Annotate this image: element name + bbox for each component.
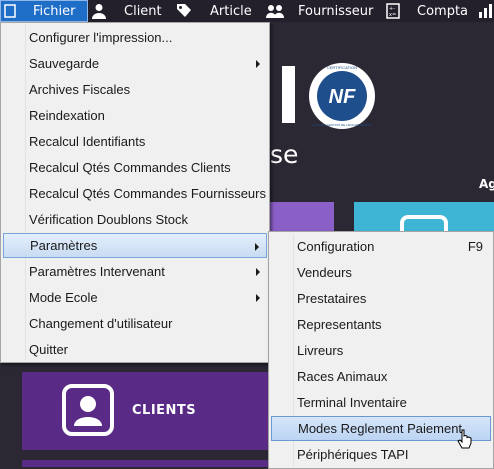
nf-certification-logo: NF CERTIFICATION LOGICIEL GESTION DE L'E…	[309, 63, 375, 129]
menu-item-label: Quitter	[29, 342, 69, 357]
menu-item-label: Paramètres Intervenant	[29, 264, 165, 279]
menu-item-recalcul-identifiants[interactable]: Recalcul Identifiants	[3, 129, 267, 154]
menu-bar: Fichier Client Article Fournisseur +- x= …	[0, 0, 494, 22]
menu-item-label: Paramètres	[30, 238, 98, 253]
menu-fournisseur-label: Fournisseur	[298, 3, 374, 19]
menu-fournisseur[interactable]: Fournisseur	[266, 0, 373, 22]
mouse-cursor-icon	[457, 429, 472, 449]
menu-item-changement-utilisateur[interactable]: Changement d'utilisateur	[3, 311, 267, 336]
background-partial-text-right: Ag	[479, 177, 494, 191]
menu-item-label: Prestataires	[297, 291, 367, 306]
menu-item-label: Recalcul Identifiants	[29, 134, 146, 149]
menu-item-parametres[interactable]: Paramètres	[3, 233, 267, 258]
shortcut-label: F9	[467, 239, 483, 254]
menu-item-recalcul-qtes-clients[interactable]: Recalcul Qtés Commandes Clients	[3, 155, 267, 180]
menu-client[interactable]: Client	[92, 0, 162, 22]
submenu-item-vendeurs[interactable]: Vendeurs	[271, 260, 491, 285]
menu-item-label: Recalcul Qtés Commandes Clients	[29, 160, 231, 175]
menu-item-label: Configurer l'impression...	[29, 30, 173, 45]
menu-item-label: Terminal Inventaire	[297, 395, 407, 410]
menu-item-archives-fiscales[interactable]: Archives Fiscales	[3, 77, 267, 102]
menu-client-label: Client	[124, 3, 162, 19]
menu-stats[interactable]	[479, 0, 494, 22]
submenu-arrow-icon	[256, 60, 260, 68]
clients-tile-label: CLIENTS	[132, 403, 197, 418]
logo-ring-top: CERTIFICATION	[327, 65, 357, 70]
submenu-arrow-icon	[255, 243, 259, 251]
menu-item-label: Races Animaux	[297, 369, 388, 384]
submenu-item-prestataires[interactable]: Prestataires	[271, 286, 491, 311]
menu-article[interactable]: Article	[176, 0, 252, 22]
menu-item-label: Mode Ecole	[29, 290, 98, 305]
menu-item-quitter[interactable]: Quitter	[3, 337, 267, 362]
document-icon	[4, 4, 16, 18]
menu-item-mode-ecole[interactable]: Mode Ecole	[3, 285, 267, 310]
background-partial-text: se	[270, 140, 299, 169]
menu-item-label: Vendeurs	[297, 265, 352, 280]
menu-item-label: Archives Fiscales	[29, 82, 131, 97]
menu-item-sauvegarde[interactable]: Sauvegarde	[3, 51, 267, 76]
menu-item-recalcul-qtes-fournisseurs[interactable]: Recalcul Qtés Commandes Fournisseurs	[3, 181, 267, 206]
menu-item-verification-doublons[interactable]: Vérification Doublons Stock	[3, 207, 267, 232]
submenu-arrow-icon	[256, 268, 260, 276]
menu-item-label: Modes Reglement Paiement	[298, 421, 463, 436]
menu-item-label: Recalcul Qtés Commandes Fournisseurs	[29, 186, 266, 201]
submenu-item-configuration[interactable]: Configuration F9	[271, 234, 491, 259]
menu-article-label: Article	[210, 3, 252, 19]
menu-item-configurer-impression[interactable]: Configurer l'impression...	[3, 25, 267, 50]
menu-item-label: Livreurs	[297, 343, 344, 358]
menu-item-label: Reindexation	[29, 108, 105, 123]
menu-item-parametres-intervenant[interactable]: Paramètres Intervenant	[3, 259, 267, 284]
people-icon	[266, 4, 284, 18]
submenu-arrow-icon	[256, 294, 260, 302]
menu-fichier-label: Fichier	[33, 3, 76, 19]
purple-tile[interactable]	[268, 202, 334, 232]
submenu-item-terminal-inventaire[interactable]: Terminal Inventaire	[271, 390, 491, 415]
menu-item-label: Sauvegarde	[29, 56, 100, 71]
bottom-tile[interactable]	[22, 460, 268, 467]
submenu-item-representants[interactable]: Representants	[271, 312, 491, 337]
menu-item-label: Representants	[297, 317, 382, 332]
menu-compta-label: Compta	[417, 3, 469, 19]
bar-chart-icon	[479, 4, 494, 18]
svg-text:x=: x=	[389, 12, 396, 18]
logo-bar	[282, 66, 295, 123]
fichier-menu: Configurer l'impression... Sauvegarde Ar…	[0, 22, 270, 363]
tag-icon	[176, 3, 192, 19]
person-icon	[92, 3, 106, 19]
logo-nf-text: NF	[329, 86, 356, 108]
clients-tile[interactable]: CLIENTS	[22, 372, 268, 450]
submenu-item-livreurs[interactable]: Livreurs	[271, 338, 491, 363]
menu-item-reindexation[interactable]: Reindexation	[3, 103, 267, 128]
menu-compta[interactable]: +- x= Compta	[386, 0, 468, 22]
menu-item-label: Vérification Doublons Stock	[29, 212, 188, 227]
client-card-icon	[62, 384, 114, 436]
logo-ring-bottom: LOGICIEL GESTION DE L'ENCAISSEMENT	[312, 123, 372, 127]
submenu-item-races-animaux[interactable]: Races Animaux	[271, 364, 491, 389]
menu-fichier[interactable]: Fichier	[0, 0, 88, 22]
menu-item-label: Changement d'utilisateur	[29, 316, 173, 331]
menu-item-label: Périphériques TAPI	[297, 447, 409, 462]
calculator-icon: +- x=	[386, 3, 400, 19]
menu-item-label: Configuration	[297, 239, 375, 254]
